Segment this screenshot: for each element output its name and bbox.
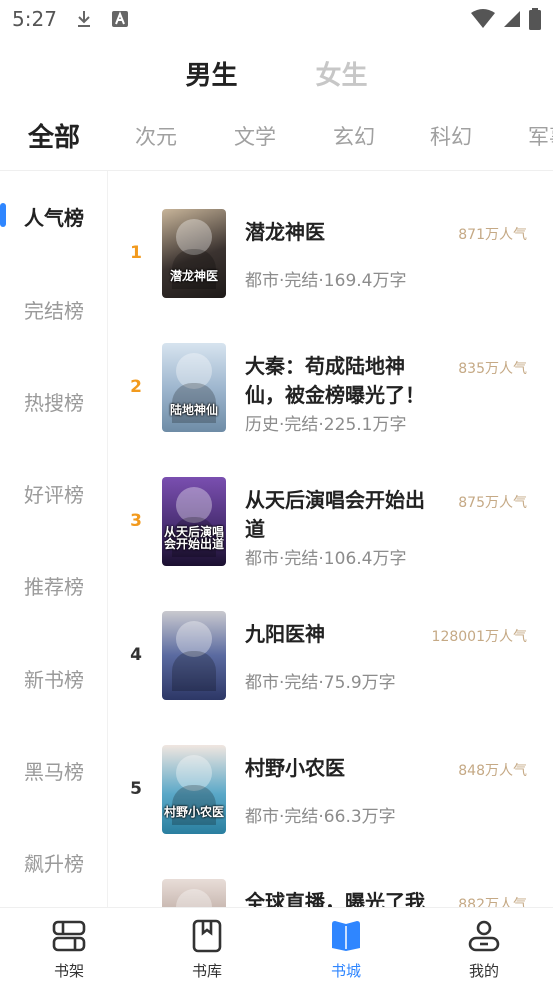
library-icon	[192, 919, 222, 953]
cover-title: 潜龙神医	[169, 269, 218, 283]
wifi-icon	[471, 9, 495, 28]
rank-number: 3	[130, 511, 142, 531]
gender-tabs: 男生 女生	[0, 55, 553, 101]
tab-scifi[interactable]: 科幻	[430, 121, 472, 151]
signal-icon	[504, 11, 520, 27]
book-title[interactable]: 大秦：苟成陆地神仙，被金榜曝光了！	[245, 352, 441, 410]
tab-female[interactable]: 女生	[316, 55, 368, 101]
book-popularity: 128001万人气	[431, 629, 527, 645]
cover-figure-body	[172, 651, 216, 691]
book-meta: 都市·完结·106.4万字	[245, 549, 407, 569]
tab-military[interactable]: 军事	[528, 121, 553, 151]
nav-profile[interactable]: 我的	[449, 918, 519, 982]
rank-recommended[interactable]: 推荐榜	[0, 555, 107, 615]
nav-profile-label: 我的	[468, 962, 499, 980]
book-row[interactable]: 3 从天后演唱会开始出道 从天后演唱会开始出道 都市·完结·106.4万字 87…	[108, 439, 553, 573]
rank-popular[interactable]: 人气榜	[0, 186, 107, 246]
tab-male[interactable]: 男生	[185, 55, 237, 101]
book-meta: 都市·完结·66.3万字	[245, 807, 396, 827]
rank-number: 1	[130, 243, 142, 263]
rank-nav: 人气榜 完结榜 热搜榜 好评榜 推荐榜 新书榜 黑马榜 飙升榜	[0, 171, 108, 907]
book-meta: 都市·完结·75.9万字	[245, 673, 396, 693]
book-popularity: 835万人气	[458, 361, 527, 377]
rank-dark-horse[interactable]: 黑马榜	[0, 740, 107, 800]
status-left: 5:27	[12, 7, 129, 31]
category-tabs: 全部 次元 文学 玄幻 科幻 军事	[0, 115, 553, 161]
profile-icon	[468, 920, 500, 952]
book-cover[interactable]: 陆地神仙	[162, 343, 226, 432]
book-title[interactable]: 潜龙神医	[245, 218, 441, 247]
tab-fantasy[interactable]: 玄幻	[333, 121, 375, 151]
cover-title: 从天后演唱会开始出道	[164, 525, 225, 551]
rank-new-books[interactable]: 新书榜	[0, 648, 107, 708]
book-cover[interactable]	[162, 879, 226, 907]
book-row[interactable]: 2 陆地神仙 大秦：苟成陆地神仙，被金榜曝光了！ 历史·完结·225.1万字 8…	[108, 305, 553, 439]
rank-rising[interactable]: 飙升榜	[0, 832, 107, 892]
download-icon	[77, 11, 90, 27]
book-popularity: 882万人气	[458, 897, 527, 907]
rank-number: 4	[130, 645, 142, 665]
book-title[interactable]: 从天后演唱会开始出道	[245, 486, 441, 544]
book-cover[interactable]: 潜龙神医	[162, 209, 226, 298]
book-row[interactable]: 4 九阳医神 都市·完结·75.9万字 128001万人气	[108, 573, 553, 707]
notification-icon	[111, 11, 128, 27]
book-cover[interactable]: 村野小农医	[162, 745, 226, 834]
book-popularity: 871万人气	[458, 227, 527, 243]
bookstore-icon	[332, 921, 360, 951]
tab-ciyuan[interactable]: 次元	[135, 121, 177, 151]
nav-bookstore[interactable]: 书城	[311, 918, 381, 982]
book-row[interactable]: 全球直播，曝光了我 882万人气	[108, 841, 553, 907]
book-meta: 历史·完结·225.1万字	[245, 415, 407, 435]
nav-bookshelf[interactable]: 书架	[34, 918, 104, 982]
book-cover[interactable]: 从天后演唱会开始出道	[162, 477, 226, 566]
bookshelf-icon	[52, 920, 86, 952]
book-list: 1 潜龙神医 潜龙神医 都市·完结·169.4万字 871万人气 2 陆地神仙 …	[108, 171, 553, 907]
rank-completed[interactable]: 完结榜	[0, 279, 107, 339]
status-bar: 5:27	[0, 0, 553, 38]
cover-figure	[176, 889, 212, 907]
nav-bookshelf-label: 书架	[53, 962, 84, 980]
book-title[interactable]: 九阳医神	[245, 620, 441, 649]
rank-good-reviews[interactable]: 好评榜	[0, 463, 107, 523]
book-meta: 都市·完结·169.4万字	[245, 271, 407, 291]
status-right	[471, 8, 541, 30]
tab-literature[interactable]: 文学	[234, 121, 276, 151]
book-row[interactable]: 1 潜龙神医 潜龙神医 都市·完结·169.4万字 871万人气	[108, 171, 553, 305]
cover-title: 陆地神仙	[169, 403, 218, 417]
rank-number: 2	[130, 377, 142, 397]
battery-icon	[529, 8, 541, 30]
book-popularity: 875万人气	[458, 495, 527, 511]
nav-bookstore-label: 书城	[330, 962, 361, 980]
book-title[interactable]: 村野小农医	[245, 754, 441, 783]
book-cover[interactable]	[162, 611, 226, 700]
rank-number: 5	[130, 779, 142, 799]
bottom-nav: 书架 书库 书城 我的	[0, 907, 553, 984]
book-title[interactable]: 全球直播，曝光了我	[245, 888, 441, 907]
book-row[interactable]: 5 村野小农医 村野小农医 都市·完结·66.3万字 848万人气	[108, 707, 553, 841]
nav-library-label: 书库	[191, 962, 222, 980]
rank-hot-search[interactable]: 热搜榜	[0, 371, 107, 431]
nav-library[interactable]: 书库	[172, 918, 242, 982]
tab-all[interactable]: 全部	[28, 117, 80, 154]
book-popularity: 848万人气	[458, 763, 527, 779]
status-time: 5:27	[12, 7, 57, 31]
cover-title: 村野小农医	[164, 805, 225, 819]
